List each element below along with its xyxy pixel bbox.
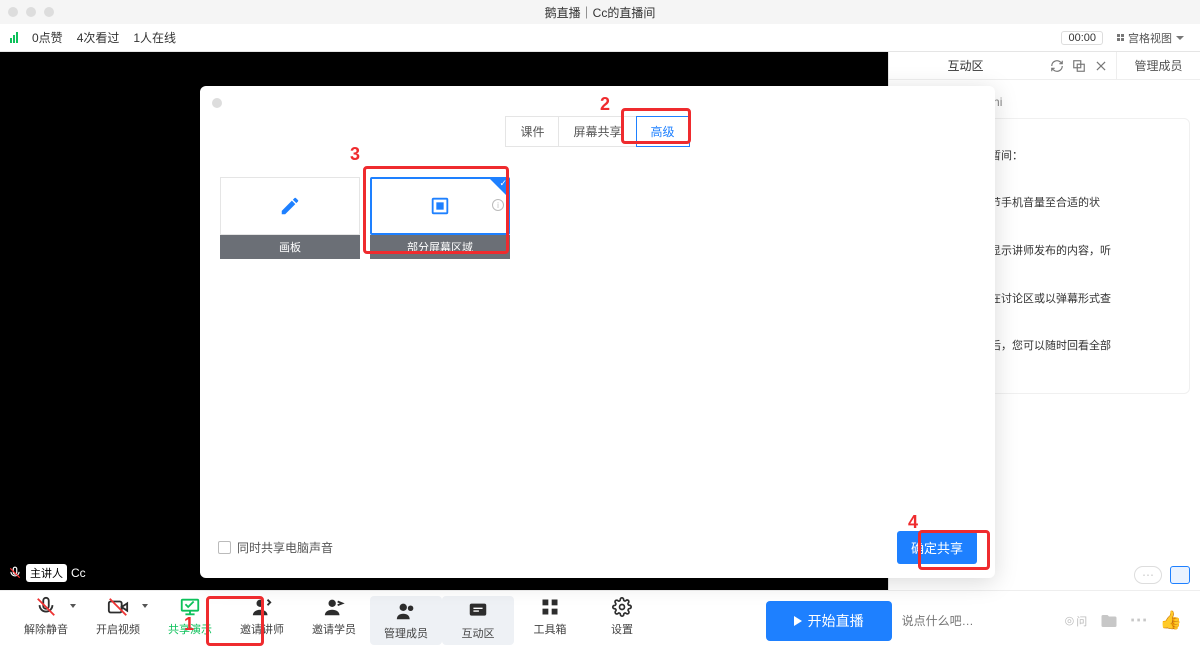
grid-icon <box>1117 34 1124 41</box>
clock: 00:00 <box>1061 31 1103 45</box>
share-dialog: 课件 屏幕共享 高级 画板 i 部分屏幕区域 同时共享电脑声音 确定共享 <box>200 86 995 578</box>
user-plus-icon <box>249 596 275 618</box>
annotation-number-1: 1 <box>184 614 194 635</box>
chevron-down-icon[interactable] <box>70 604 76 608</box>
stats-bar: 0点赞 4次看过 1人在线 00:00 宫格视图 <box>0 24 1200 52</box>
control-invite1[interactable]: 邀请讲师 <box>226 596 298 645</box>
bottom-controls: 解除静音开启视频共享演示邀请讲师邀请学员管理成员互动区工具箱设置 开始直播 ◎问… <box>0 590 1200 650</box>
annotation-number-3: 3 <box>350 144 360 165</box>
presenter-role: 主讲人 <box>26 564 67 582</box>
start-live-button[interactable]: 开始直播 <box>766 601 892 641</box>
info-icon[interactable]: i <box>492 199 504 211</box>
option-label: 部分屏幕区域 <box>370 235 510 259</box>
window-close-icon[interactable] <box>8 7 18 17</box>
window-title: 鹅直播｜Cc的直播间 <box>545 4 656 21</box>
check-icon <box>490 179 508 197</box>
control-members[interactable]: 管理成员 <box>370 596 442 645</box>
chevron-down-icon[interactable] <box>142 604 148 608</box>
user-send-icon <box>321 596 347 618</box>
likes-count: 0点赞 <box>32 29 63 46</box>
control-label: 管理成员 <box>384 625 428 641</box>
control-invite2[interactable]: 邀请学员 <box>298 596 370 645</box>
window-traffic-lights[interactable] <box>8 7 54 17</box>
presenter-name: Cc <box>71 566 86 580</box>
tab-screen-share[interactable]: 屏幕共享 <box>558 116 635 147</box>
annotation-number-2: 2 <box>600 94 610 115</box>
control-label: 互动区 <box>462 625 495 641</box>
control-label: 邀请讲师 <box>240 621 284 637</box>
confirm-share-button[interactable]: 确定共享 <box>897 531 977 564</box>
control-label: 开启视频 <box>96 621 140 637</box>
mic-muted-icon <box>8 566 22 580</box>
calendar-icon[interactable] <box>1170 566 1190 584</box>
folder-icon[interactable] <box>1100 612 1118 630</box>
users-icon <box>393 600 419 622</box>
pencil-icon <box>279 195 301 217</box>
annotation-number-4: 4 <box>908 512 918 533</box>
window-max-icon[interactable] <box>44 7 54 17</box>
control-label: 工具箱 <box>534 621 567 637</box>
cam-off-icon <box>105 596 131 618</box>
start-live-label: 开始直播 <box>808 611 864 631</box>
thumbs-up-icon[interactable]: 👍 <box>1160 610 1182 631</box>
chevron-down-icon <box>1176 36 1184 40</box>
dialog-close-icon[interactable] <box>212 98 222 108</box>
views-count: 4次看过 <box>77 29 120 46</box>
chat-input[interactable] <box>902 614 1057 628</box>
share-options: 画板 i 部分屏幕区域 <box>218 177 977 259</box>
window-min-icon[interactable] <box>26 7 36 17</box>
play-icon <box>794 616 802 626</box>
bubble-icon[interactable]: ⋯ <box>1134 566 1162 584</box>
mic-off-icon <box>33 596 59 618</box>
control-label: 邀请学员 <box>312 621 356 637</box>
close-icon[interactable] <box>1094 59 1108 73</box>
control-video[interactable]: 开启视频 <box>82 596 154 645</box>
view-mode-label: 宫格视图 <box>1128 30 1172 46</box>
more-icon[interactable]: ⋯ <box>1130 610 1148 631</box>
grid-icon <box>537 596 563 618</box>
control-mute[interactable]: 解除静音 <box>10 596 82 645</box>
tab-advanced[interactable]: 高级 <box>636 116 690 147</box>
option-label: 画板 <box>220 235 360 259</box>
option-whiteboard[interactable]: 画板 <box>220 177 360 259</box>
control-tools[interactable]: 工具箱 <box>514 596 586 645</box>
control-chat[interactable]: 互动区 <box>442 596 514 645</box>
gear-icon <box>609 596 635 618</box>
tab-courseware[interactable]: 课件 <box>505 116 558 147</box>
control-settings[interactable]: 设置 <box>586 596 658 645</box>
manage-members-tab[interactable]: 管理成员 <box>1116 52 1200 79</box>
popout-icon[interactable] <box>1072 59 1086 73</box>
online-count: 1人在线 <box>133 29 176 46</box>
checkbox-icon <box>218 541 231 554</box>
chat-icon <box>465 600 491 622</box>
selection-icon <box>429 195 451 217</box>
sidebar-title: 互动区 <box>889 57 1042 74</box>
signal-icon <box>10 32 18 43</box>
control-label: 解除静音 <box>24 621 68 637</box>
option-partial-screen[interactable]: i 部分屏幕区域 <box>370 177 510 259</box>
share-dialog-tabs: 课件 屏幕共享 高级 <box>218 116 977 147</box>
view-mode-select[interactable]: 宫格视图 <box>1111 30 1190 46</box>
control-label: 设置 <box>611 621 633 637</box>
refresh-icon[interactable] <box>1050 59 1064 73</box>
share-audio-checkbox[interactable]: 同时共享电脑声音 <box>218 539 333 556</box>
checkbox-label: 同时共享电脑声音 <box>237 539 333 556</box>
window-titlebar: 鹅直播｜Cc的直播间 <box>0 0 1200 24</box>
send-hint[interactable]: ◎问 <box>1065 613 1088 629</box>
